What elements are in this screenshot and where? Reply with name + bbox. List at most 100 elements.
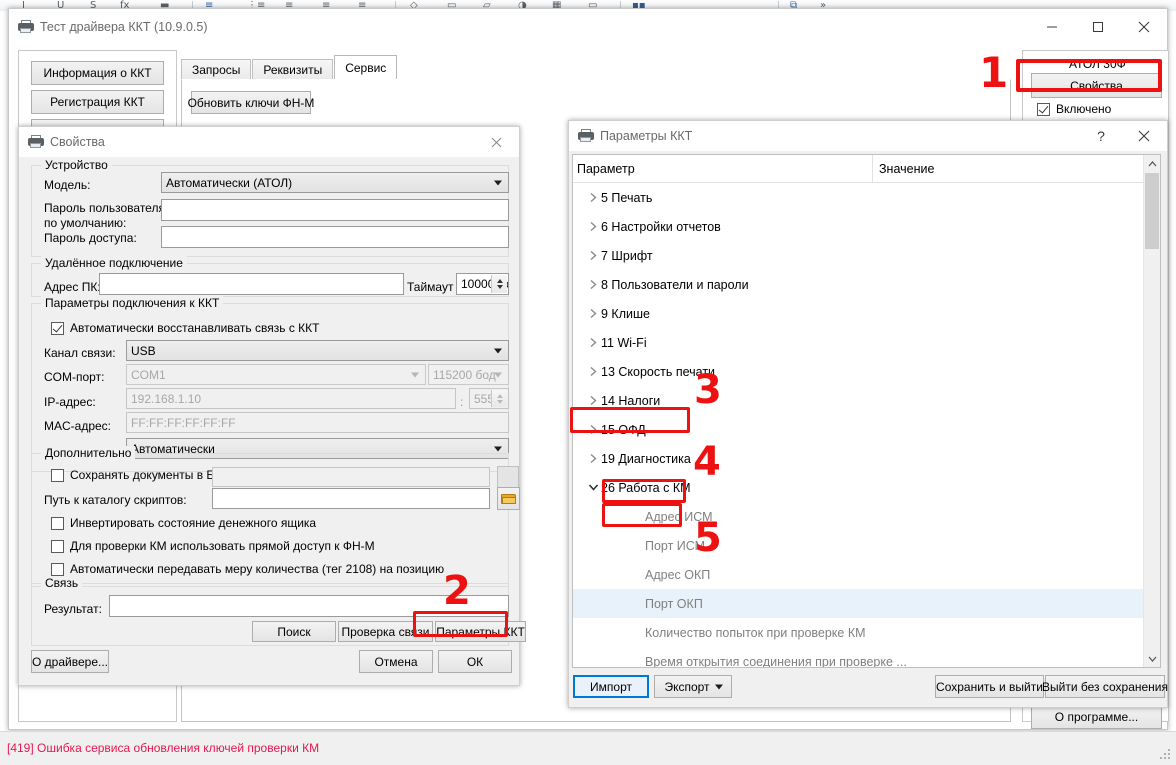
tab-servis[interactable]: Сервис [334,55,397,80]
tree-row[interactable]: 5 Печать [573,183,1160,212]
chevron-right-icon[interactable] [585,337,601,348]
status-bar: [419] Ошибка сервиса обновления ключей п… [0,731,1176,765]
status-message: [419] Ошибка сервиса обновления ключей п… [7,741,319,755]
tree-row[interactable]: 6 Настройки отчетов [573,212,1160,241]
device-enabled-checkbox[interactable]: Включено [1031,102,1111,116]
save-docs-db-checkbox[interactable]: Сохранять документы в БД [45,468,222,482]
pc-address-input[interactable] [99,273,404,295]
tree-row[interactable]: 7 Шрифт [573,241,1160,270]
tree-row[interactable]: 19 Диагностика [573,444,1160,473]
sidebar-item-kkt-registration[interactable]: Регистрация ККТ [31,90,164,114]
chevron-right-icon[interactable] [585,453,601,464]
tree-row[interactable]: 14 Налоги [573,386,1160,415]
ip-port-input[interactable]: 5555 [469,388,509,409]
search-button[interactable]: Поиск [252,621,336,642]
scroll-thumb[interactable] [1145,173,1159,249]
invert-drawer-checkbox[interactable]: Инвертировать состояние денежного ящика [45,516,316,530]
chevron-right-icon[interactable] [585,192,601,203]
tree-row-label: 8 Пользователи и пароли [601,278,749,292]
tree-scrollbar[interactable] [1143,155,1160,667]
direct-fnm-checkbox[interactable]: Для проверки КМ использовать прямой дост… [45,539,375,553]
exit-without-saving-button[interactable]: Выйти без сохранения [1045,675,1165,698]
ok-button[interactable]: ОК [438,650,512,673]
kkt-params-button[interactable]: Параметры ККТ [435,621,526,642]
scripts-path-input[interactable] [212,488,490,509]
device-enabled-label: Включено [1056,102,1111,116]
save-and-exit-button[interactable]: Сохранить и выйти [935,675,1044,698]
scroll-down-arrow[interactable] [1144,650,1160,667]
save-docs-db-input[interactable] [212,467,490,487]
link-group-legend: Связь [41,576,82,590]
scroll-up-arrow[interactable] [1144,155,1160,172]
sidebar-item-kkt-info[interactable]: Информация о ККТ [31,61,164,85]
timeout-stepper[interactable] [491,275,507,293]
close-icon[interactable] [473,127,519,157]
minimize-button[interactable] [1029,9,1075,45]
about-program-button[interactable]: О программе... [1031,705,1162,729]
user-password-input[interactable] [161,199,509,221]
tree-row[interactable]: Адрес ОКП [573,560,1160,589]
close-icon[interactable] [1121,121,1167,151]
tree-row[interactable]: 13 Скорость печати [573,357,1160,386]
chevron-down-icon [411,372,419,377]
result-label: Результат: [44,602,102,616]
about-driver-button[interactable]: О драйвере... [31,650,109,673]
chevron-down-icon[interactable] [585,483,601,492]
chevron-right-icon[interactable] [585,279,601,290]
access-password-input[interactable] [161,226,509,248]
tree-row[interactable]: Время открытия соединения при проверке .… [573,647,1160,668]
channel-combo[interactable]: USB [126,340,509,361]
tree-row[interactable]: Порт ИСМ [573,531,1160,560]
mac-address-value: FF:FF:FF:FF:FF:FF [131,416,236,430]
tree-row[interactable]: Порт ОКП [573,589,1160,618]
device-group-legend: Устройство [41,158,112,172]
annotation-number-1: 1 [979,52,1008,94]
model-combo[interactable]: Автоматически (АТОЛ) [161,172,509,193]
chevron-right-icon[interactable] [585,250,601,261]
help-icon[interactable]: ? [1081,121,1121,151]
chevron-right-icon[interactable] [585,424,601,435]
tree-row-label: Порт ОКП [601,597,703,611]
cancel-button[interactable]: Отмена [359,650,433,673]
timeout-input[interactable]: 10000 мс. [456,273,509,295]
save-docs-db-browse-button[interactable] [497,466,519,488]
tree-row-label: 5 Печать [601,191,652,205]
auto-measure-checkbox[interactable]: Автоматически передавать меру количества… [45,562,444,576]
tree-row[interactable]: 8 Пользователи и пароли [573,270,1160,299]
tab-rekvizity[interactable]: Реквизиты [252,59,333,80]
kkt-params-dialog: Параметры ККТ ? Параметр Значение 5 Печа… [568,120,1168,708]
com-port-combo[interactable]: COM1 [126,364,426,385]
close-button[interactable] [1121,9,1167,45]
check-connection-button[interactable]: Проверка связи [338,621,433,642]
tree-row[interactable]: Адрес ИСМ [573,502,1160,531]
params-tree-body[interactable]: 5 Печать 6 Настройки отчетов7 Шрифт 8 Поль… [573,183,1160,668]
tree-row[interactable]: 11 Wi-Fi [573,328,1160,357]
properties-button[interactable]: Свойства [1031,73,1162,98]
resize-grip[interactable] [1160,749,1172,761]
chevron-right-icon[interactable] [585,308,601,319]
tree-row[interactable]: 15 ОФД [573,415,1160,444]
column-header-param[interactable]: Параметр [573,162,872,176]
baud-rate-combo[interactable]: 115200 бод [428,364,509,385]
tab-zaprosy[interactable]: Запросы [181,59,251,80]
import-button[interactable]: Импорт [573,675,649,698]
ip-address-input[interactable]: 192.168.1.10 [126,388,456,409]
ip-port-stepper[interactable] [491,390,507,407]
chevron-right-icon[interactable] [585,366,601,377]
tree-row[interactable]: 26 Работа с КМ [573,473,1160,502]
params-tree-header: Параметр Значение [573,155,1160,183]
update-fnm-keys-button[interactable]: Обновить ключи ФН-М [191,91,311,114]
column-header-value[interactable]: Значение [873,162,934,176]
checkbox-box [1037,103,1050,116]
user-password-label-line2: по умолчанию: [44,216,126,230]
tree-row[interactable]: 9 Клише [573,299,1160,328]
chevron-right-icon[interactable] [585,395,601,406]
maximize-button[interactable] [1075,9,1121,45]
chevron-right-icon[interactable] [585,221,601,232]
export-button-label: Экспорт [664,680,709,694]
tree-row[interactable]: Количество попыток при проверке КМ [573,618,1160,647]
export-button[interactable]: Экспорт [654,675,732,698]
mac-address-input[interactable]: FF:FF:FF:FF:FF:FF [126,412,509,433]
autoreconnect-checkbox[interactable]: Автоматически восстанавливать связь с КК… [45,321,319,335]
scripts-path-browse-button[interactable] [497,487,520,510]
